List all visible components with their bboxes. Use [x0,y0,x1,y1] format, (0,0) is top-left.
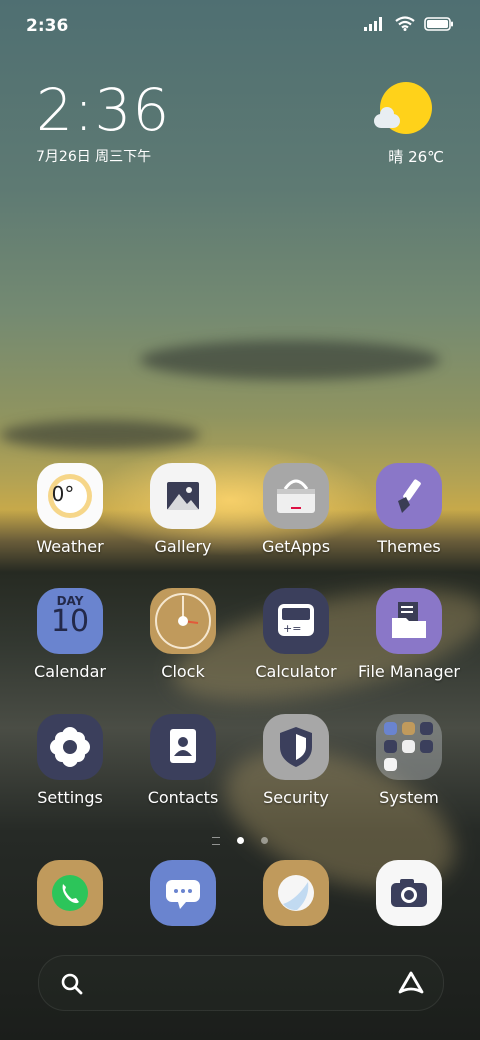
page-dot-active [237,837,244,844]
app-file-manager[interactable]: File Manager [354,588,464,681]
home-clock-time[interactable]: 2:36 [36,78,170,142]
weather-summary: 晴 26℃ [388,148,444,166]
app-clock[interactable]: Clock [128,588,238,681]
app-label: GetApps [261,537,331,556]
app-contacts[interactable]: Contacts [128,714,238,807]
home-search-bar[interactable] [38,955,444,1011]
security-icon [263,714,329,780]
status-icons [364,16,454,31]
assistant-icon[interactable] [397,970,425,996]
status-time: 2:36 [26,16,69,36]
settings-icon [37,714,103,780]
gallery-icon [150,463,216,529]
signal-icon [364,16,382,31]
page-dot [261,837,269,844]
app-label: Weather [36,537,104,556]
app-label: Settings [37,788,103,807]
wifi-icon [395,16,415,31]
getapps-icon [263,463,329,529]
app-label: Themes [377,537,441,556]
app-label: Calendar [34,662,106,681]
calendar-icon: DAY 10 [37,588,103,654]
themes-icon [376,463,442,529]
browser-icon[interactable] [263,860,329,926]
battery-icon [424,16,453,31]
status-bar: 2:36 [0,0,480,50]
svg-text:+=: += [283,622,301,635]
app-label: Gallery [154,537,212,556]
cloud-icon [374,107,400,128]
search-icon [61,973,83,995]
app-label: System [379,788,439,807]
phone-icon[interactable] [37,860,103,926]
wallpaper-cloud [0,420,200,450]
app-label: Security [263,788,329,807]
messaging-icon[interactable] [150,860,216,926]
app-getapps[interactable]: GetApps [241,463,351,556]
app-calculator[interactable]: += Calculator [241,588,351,681]
app-label: File Manager [358,662,460,681]
weather-icon: 0° [37,463,103,529]
home-date: 7月26日 周三下午 [36,149,152,165]
app-label: Clock [161,662,205,681]
app-system-folder[interactable]: System [354,714,464,807]
app-gallery[interactable]: Gallery [128,463,238,556]
app-themes[interactable]: Themes [354,463,464,556]
app-security[interactable]: Security [241,714,351,807]
calculator-icon: += [263,588,329,654]
wallpaper-cloud [140,340,440,380]
camera-icon[interactable] [376,860,442,926]
app-weather[interactable]: 0° Weather [15,463,125,556]
page-indicator[interactable] [0,830,480,849]
app-label: Calculator [255,662,337,681]
app-settings[interactable]: Settings [15,714,125,807]
contacts-icon [150,714,216,780]
file-manager-icon [376,588,442,654]
clock-icon [150,588,216,654]
weather-temp-badge: 0° [51,482,75,506]
feed-indicator-icon [211,836,220,845]
app-label: Contacts [147,788,219,807]
folder-icon [376,714,442,780]
app-calendar[interactable]: DAY 10 Calendar [15,588,125,681]
calendar-day-number: 10 [50,604,90,639]
